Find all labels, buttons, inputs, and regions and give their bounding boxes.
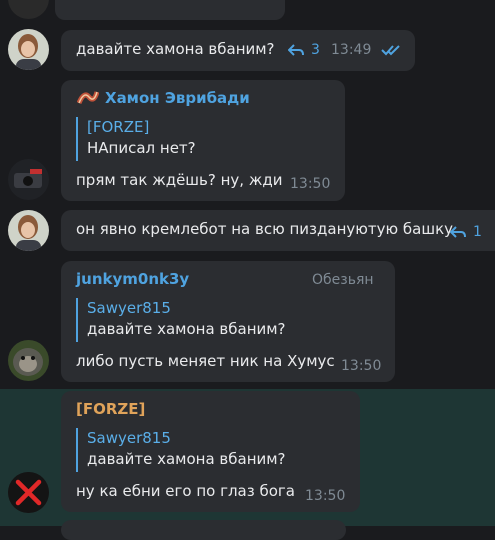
message-time: 13:50 xyxy=(341,358,382,374)
red-x-avatar-icon xyxy=(8,472,49,513)
reply-arrow-icon[interactable] xyxy=(288,43,304,57)
user-avatar[interactable] xyxy=(8,29,49,70)
user-avatar[interactable] xyxy=(8,340,49,381)
camera-photo-avatar-icon xyxy=(8,159,49,200)
message-text: давайте хамона вбаним? xyxy=(76,40,275,58)
quote-text: давайте хамона вбаним? xyxy=(87,450,286,468)
reply-quote[interactable]: Sawyer815 давайте хамона вбаним? xyxy=(76,298,316,342)
user-photo-avatar-icon xyxy=(8,210,49,251)
message-bubble-partial-top[interactable] xyxy=(55,0,285,20)
quote-text: НАписал нет? xyxy=(87,139,196,157)
message-bubble-partial-bottom[interactable] xyxy=(61,520,346,540)
reply-arrow-icon[interactable] xyxy=(450,225,466,239)
double-check-icon xyxy=(381,44,403,56)
message-time: 13:50 xyxy=(305,488,346,504)
message-bubble[interactable]: Хамон Эврибади [FORZE] НАписал нет? прям… xyxy=(61,80,345,201)
message-bubble[interactable]: давайте хамона вбаним? 3 13:49 xyxy=(61,30,415,71)
reply-count[interactable]: 1 xyxy=(473,224,482,240)
message-text: он явно кремлебот на всю пиздануютую баш… xyxy=(76,220,454,238)
user-avatar[interactable] xyxy=(8,210,49,251)
reply-quote[interactable]: Sawyer815 давайте хамона вбаним? xyxy=(76,428,316,472)
message-bubble[interactable]: [FORZE] Sawyer815 давайте хамона вбаним?… xyxy=(61,391,360,512)
quote-author: [FORZE] xyxy=(87,118,150,136)
message-text: ну ка ебни его по глаз бога xyxy=(76,482,295,500)
user-avatar[interactable] xyxy=(8,159,49,200)
bacon-emoji-icon xyxy=(77,89,99,109)
quote-author: Sawyer815 xyxy=(87,299,171,317)
sender-name[interactable]: junkym0nk3y xyxy=(76,270,189,288)
reply-count[interactable]: 3 xyxy=(311,42,320,58)
sender-name[interactable]: Хамон Эврибади xyxy=(105,89,250,107)
message-time: 13:50 xyxy=(290,176,331,192)
avatar-partial-top[interactable] xyxy=(8,0,49,19)
message-text: либо пусть меняет ник на Хумус xyxy=(76,352,335,370)
message-text: прям так ждёшь? ну, жди xyxy=(76,171,283,189)
user-photo-avatar-icon xyxy=(8,29,49,70)
sender-tag: Обезьян xyxy=(312,272,374,288)
quote-text: давайте хамона вбаним? xyxy=(87,320,286,338)
message-bubble[interactable]: junkym0nk3y Обезьян Sawyer815 давайте ха… xyxy=(61,261,395,382)
quote-author: Sawyer815 xyxy=(87,429,171,447)
message-time: 13:49 xyxy=(331,42,372,58)
sender-name[interactable]: [FORZE] xyxy=(76,400,145,418)
user-avatar[interactable] xyxy=(8,472,49,513)
reply-quote[interactable]: [FORZE] НАписал нет? xyxy=(76,117,276,161)
monkey-photo-avatar-icon xyxy=(8,340,49,381)
message-bubble[interactable]: он явно кремлебот на всю пиздануютую баш… xyxy=(61,210,495,251)
